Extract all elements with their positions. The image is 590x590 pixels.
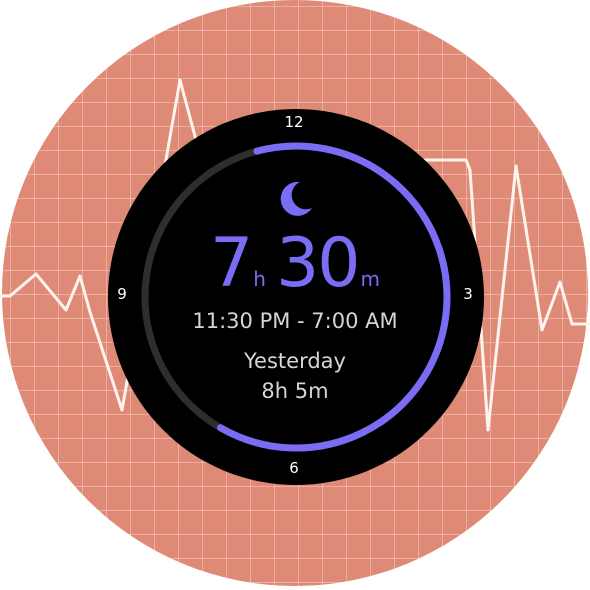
dial-tick-3: 3 [463,285,473,303]
duration-minutes-unit: m [360,267,380,291]
dial-tick-9: 9 [117,285,127,303]
sleep-time-range: 11:30 PM - 7:00 AM [192,309,398,333]
dial-tick-6: 6 [289,459,299,477]
duration-minutes: 30 [275,224,361,303]
previous-label: Yesterday [244,349,346,373]
dial-tick-12: 12 [284,113,304,131]
sleep-duration: 7 h 30 m [150,226,440,302]
watch-face: 12 3 6 9 7 h 30 m 11:30 PM - 7:00 AM Yes… [0,0,590,590]
duration-hours: 7 [210,224,253,303]
duration-hours-unit: h [253,267,266,291]
previous-duration: 8h 5m [261,379,329,403]
moon-icon [280,181,312,216]
